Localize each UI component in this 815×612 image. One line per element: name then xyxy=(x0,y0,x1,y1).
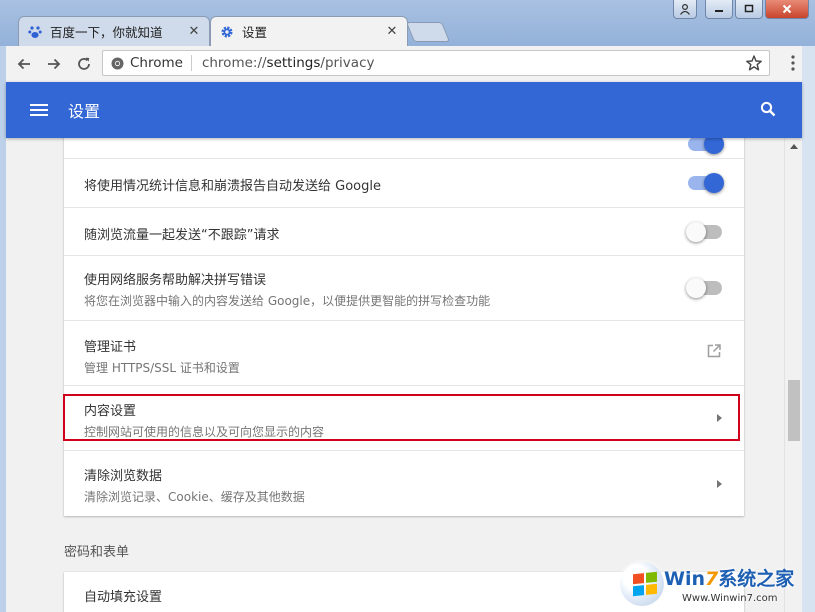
chrome-logo-icon xyxy=(111,57,124,70)
user-icon[interactable] xyxy=(673,0,697,19)
chevron-right-icon[interactable] xyxy=(717,414,722,422)
chevron-right-icon[interactable] xyxy=(717,479,722,488)
settings-content: 将使用情况统计信息和崩溃报告自动发送给 Google 随浏览流量一起发送“不跟踪… xyxy=(6,138,784,612)
close-icon[interactable]: ✕ xyxy=(385,24,399,39)
privacy-card: 将使用情况统计信息和崩溃报告自动发送给 Google 随浏览流量一起发送“不跟踪… xyxy=(64,138,744,516)
maximize-icon[interactable] xyxy=(735,0,763,19)
settings-row-content-settings[interactable]: 内容设置 控制网站可使用的信息以及可向您显示的内容 xyxy=(64,385,744,450)
settings-row-usage-stats[interactable]: 将使用情况统计信息和崩溃报告自动发送给 Google xyxy=(64,158,744,207)
scrollbar-thumb[interactable] xyxy=(788,380,800,441)
watermark-url: Www.Winwin7.com xyxy=(682,593,778,604)
row-secondary-text: 控制网站可使用的信息以及可向您显示的内容 xyxy=(84,425,325,439)
settings-row-clear-browsing-data[interactable]: 清除浏览数据 清除浏览记录、Cookie、缓存及其他数据 xyxy=(64,450,744,516)
window-controls xyxy=(673,0,809,19)
vertical-scrollbar[interactable] xyxy=(784,138,803,612)
settings-row-spelling[interactable]: 使用网络服务帮助解决拼写错误 将您在浏览器中输入的内容发送给 Google，以便… xyxy=(64,255,744,320)
window-edge xyxy=(802,46,815,612)
url-text: chrome://settings/privacy xyxy=(201,55,375,71)
toggle-switch[interactable] xyxy=(686,221,722,242)
tab-title: 百度一下，你就知道 xyxy=(50,25,163,40)
row-primary-text: 使用网络服务帮助解决拼写错误 xyxy=(84,273,267,288)
hamburger-menu-icon[interactable] xyxy=(30,104,48,116)
settings-row-do-not-track[interactable]: 随浏览流量一起发送“不跟踪”请求 xyxy=(64,207,744,255)
scroll-up-arrow-icon[interactable] xyxy=(790,144,798,149)
external-link-icon[interactable] xyxy=(706,343,722,363)
page-title: 设置 xyxy=(68,102,101,121)
browser-toolbar: Chrome chrome://settings/privacy xyxy=(6,46,802,82)
close-window-icon[interactable] xyxy=(765,0,809,19)
title-bar: 百度一下，你就知道 ✕ 设置 ✕ xyxy=(0,0,815,46)
row-primary-text: 管理证书 xyxy=(84,340,137,355)
row-primary-text: 随浏览流量一起发送“不跟踪”请求 xyxy=(84,228,280,243)
tab-baidu[interactable]: 百度一下，你就知道 ✕ xyxy=(18,16,210,46)
site-chip: Chrome xyxy=(130,55,192,71)
settings-row-partial xyxy=(64,138,744,158)
settings-header: 设置 xyxy=(6,82,802,138)
back-arrow-icon[interactable] xyxy=(10,50,38,78)
search-icon[interactable] xyxy=(760,101,776,121)
bookmark-star-icon[interactable] xyxy=(745,54,763,76)
row-primary-text: 清除浏览数据 xyxy=(84,469,163,484)
close-icon[interactable]: ✕ xyxy=(187,24,201,39)
baidu-paw-icon xyxy=(27,24,43,40)
tab-settings[interactable]: 设置 ✕ xyxy=(210,16,408,46)
address-bar[interactable]: Chrome chrome://settings/privacy xyxy=(102,50,770,76)
toggle-switch[interactable] xyxy=(688,173,724,193)
minimize-icon[interactable] xyxy=(705,0,733,19)
section-title-passwords: 密码和表单 xyxy=(64,545,130,560)
row-secondary-text: 将您在浏览器中输入的内容发送给 Google，以便提供更智能的拼写检查功能 xyxy=(84,294,491,308)
more-menu-icon[interactable] xyxy=(790,54,796,76)
toggle-switch[interactable] xyxy=(688,138,724,154)
row-secondary-text: 清除浏览记录、Cookie、缓存及其他数据 xyxy=(84,490,305,504)
reload-icon[interactable] xyxy=(70,50,98,78)
row-primary-text: 内容设置 xyxy=(84,404,137,419)
windows-logo-icon xyxy=(620,562,664,606)
row-primary-text: 将使用情况统计信息和崩溃报告自动发送给 Google xyxy=(84,179,381,194)
forward-arrow-icon[interactable] xyxy=(40,50,68,78)
watermark-brand: Win7系统之家 xyxy=(664,568,795,590)
toggle-switch[interactable] xyxy=(686,278,722,298)
new-tab-button[interactable] xyxy=(405,22,451,42)
settings-row-certificates[interactable]: 管理证书 管理 HTTPS/SSL 证书和设置 xyxy=(64,320,744,385)
row-secondary-text: 管理 HTTPS/SSL 证书和设置 xyxy=(84,361,240,375)
site-watermark: Win7系统之家 Www.Winwin7.com xyxy=(616,560,815,612)
gear-icon xyxy=(219,24,235,40)
tab-title: 设置 xyxy=(242,25,268,40)
